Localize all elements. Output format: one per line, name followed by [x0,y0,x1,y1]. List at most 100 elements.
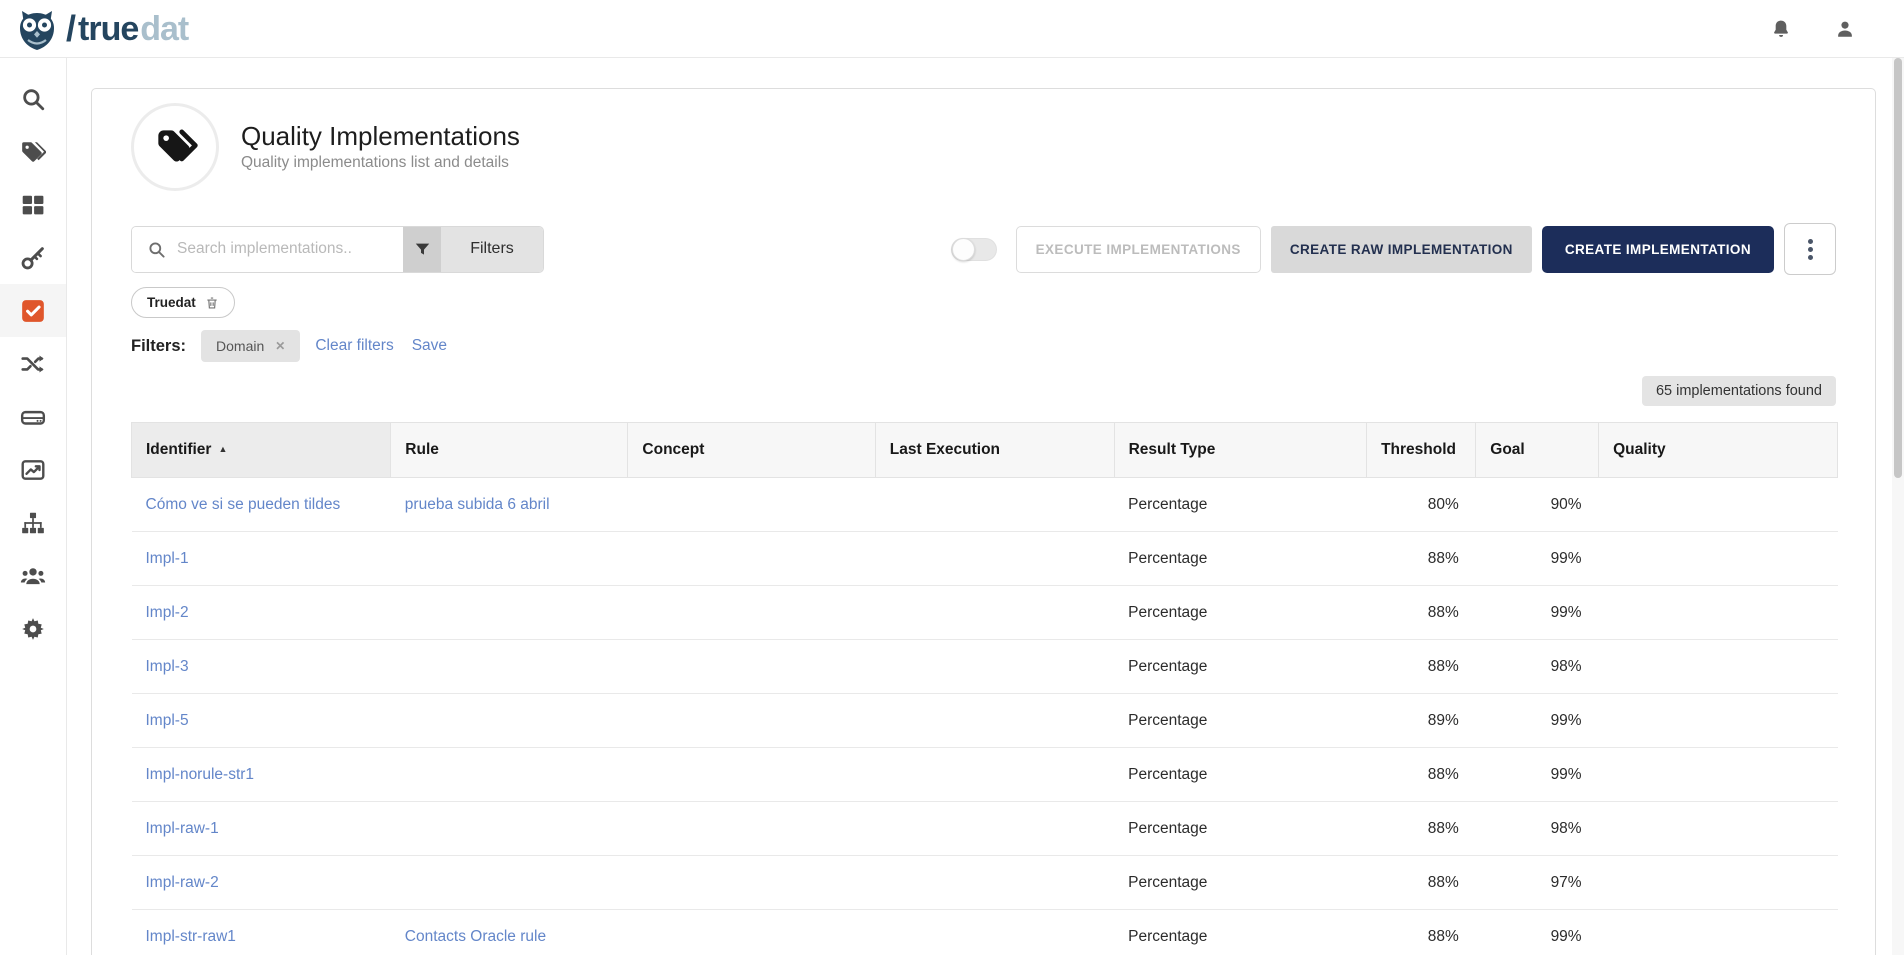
vertical-scrollbar [1892,58,1904,955]
sidebar-item-search[interactable] [0,72,66,125]
save-filters-link[interactable]: Save [412,337,447,355]
table-row: Impl-1 Percentage 88% 99% [131,531,1838,586]
bell-icon[interactable] [1770,18,1792,40]
shuffle-icon [21,355,44,372]
sidebar [0,58,67,955]
column-header-quality[interactable]: Quality [1598,422,1838,478]
server-icon [20,410,46,425]
identifier-link[interactable]: Impl-2 [146,604,189,621]
users-icon [20,567,46,584]
topbar-actions [1770,18,1878,40]
sidebar-item-lineage[interactable] [0,337,66,390]
column-header-rule[interactable]: Rule [390,422,629,478]
search-group: Filters [131,225,544,273]
sidebar-item-permissions[interactable] [0,231,66,284]
search-icon [149,241,165,258]
execute-implementations-button[interactable]: EXECUTE IMPLEMENTATIONS [1015,225,1261,273]
check-square-icon [22,299,44,322]
sidebar-item-tags[interactable] [0,125,66,178]
table-row: Impl-str-raw1 Contacts Oracle rule Perce… [131,909,1838,955]
sidebar-item-dashboards[interactable] [0,443,66,496]
identifier-link[interactable]: Impl-raw-1 [146,820,219,837]
funnel-filter-button[interactable] [403,226,441,272]
tag-icon [158,129,198,162]
sidebar-item-structures[interactable] [0,496,66,549]
column-header-last-execution[interactable]: Last Execution [874,422,1115,478]
identifier-link[interactable]: Impl-raw-2 [146,874,219,891]
clear-filters-link[interactable]: Clear filters [315,337,393,355]
controls-row: Filters EXECUTE IMPLEMENTATIONS CREATE R… [131,223,1836,275]
table-row: Impl-3 Percentage 88% 98% [131,639,1838,694]
domain-chip-row: Truedat [131,287,1836,318]
identifier-link[interactable]: Impl-str-raw1 [146,928,236,945]
logo-slash: / [66,7,76,49]
page-title-block: Quality Implementations Quality implemen… [241,121,520,173]
app-root: / true dat Quality Implementations Quali… [0,0,1904,955]
create-raw-implementation-button[interactable]: CREATE RAW IMPLEMENTATION [1270,225,1532,273]
search-box [132,226,403,272]
table-row: Impl-norule-str1 Percentage 88% 99% [131,747,1838,802]
sitemap-icon [22,512,44,533]
key-icon [21,246,44,269]
close-icon[interactable]: ✕ [275,339,285,353]
logo-text-secondary: dat [140,9,189,48]
owl-logo-icon [20,10,54,50]
page-icon-badge [131,103,219,191]
action-buttons: EXECUTE IMPLEMENTATIONS CREATE RAW IMPLE… [950,223,1836,275]
results-count-badge: 65 implementations found [1641,376,1836,406]
page-header: Quality Implementations Quality implemen… [131,103,1836,191]
results-count-row: 65 implementations found [131,376,1836,406]
identifier-link[interactable]: Impl-1 [146,550,189,567]
create-implementation-button[interactable]: CREATE IMPLEMENTATION [1541,225,1774,273]
brand-logo[interactable]: / true dat [14,6,189,52]
sidebar-item-groups[interactable] [0,549,66,602]
search-input[interactable] [177,240,377,258]
column-header-threshold[interactable]: Threshold [1366,422,1477,478]
active-filters-row: Filters: Domain ✕ Clear filters Save [131,330,1836,362]
search-icon [23,88,45,110]
table-row: Impl-raw-2 Percentage 88% 97% [131,855,1838,910]
column-header-identifier[interactable]: Identifier ▲ [130,422,392,478]
more-options-button[interactable] [1784,223,1836,275]
execute-toggle[interactable] [950,237,997,261]
grid-icon [22,195,44,214]
rule-link[interactable]: Contacts Oracle rule [405,928,546,945]
sidebar-item-quality[interactable] [0,284,66,337]
table-row: Impl-5 Percentage 89% 99% [131,693,1838,748]
filters-button[interactable]: Filters [441,226,543,272]
content-area: Quality Implementations Quality implemen… [67,58,1904,955]
sidebar-item-modules[interactable] [0,178,66,231]
identifier-link[interactable]: Cómo ve si se pueden tildes [146,496,341,513]
sidebar-item-data-sources[interactable] [0,390,66,443]
scrollbar-thumb[interactable] [1894,58,1902,478]
gear-icon [22,617,44,640]
identifier-link[interactable]: Impl-5 [146,712,189,729]
filters-label: Filters: [131,336,187,355]
identifier-link[interactable]: Impl-3 [146,658,189,675]
page-subtitle: Quality implementations list and details [241,154,509,172]
filter-tag-domain[interactable]: Domain ✕ [201,330,301,362]
table-header-row: Identifier ▲ Rule Concept Last Execution … [130,422,1838,478]
kebab-icon [1807,238,1813,244]
table-row: Cómo ve si se pueden tildes prueba subid… [131,477,1838,532]
chart-line-icon [21,459,45,480]
toggle-knob [951,237,975,261]
quality-implementations-card: Quality Implementations Quality implemen… [91,88,1876,955]
identifier-link[interactable]: Impl-norule-str1 [146,766,255,783]
top-bar: / true dat [0,0,1904,58]
user-menu-icon[interactable] [1834,18,1856,40]
domain-chip[interactable]: Truedat [131,287,235,318]
table-row: Impl-raw-1 Percentage 88% 98% [131,801,1838,856]
tags-icon [22,141,46,162]
filter-tag-label: Domain [216,338,265,354]
main-shell: Quality Implementations Quality implemen… [0,58,1904,955]
sort-asc-icon: ▲ [218,444,228,454]
trash-icon[interactable] [205,296,219,310]
funnel-icon [415,243,429,255]
sidebar-item-settings[interactable] [0,602,66,655]
column-header-goal[interactable]: Goal [1475,422,1600,478]
column-header-concept[interactable]: Concept [627,422,876,478]
domain-chip-label: Truedat [147,295,196,310]
rule-link[interactable]: prueba subida 6 abril [405,496,550,513]
column-header-result-type[interactable]: Result Type [1113,422,1368,478]
